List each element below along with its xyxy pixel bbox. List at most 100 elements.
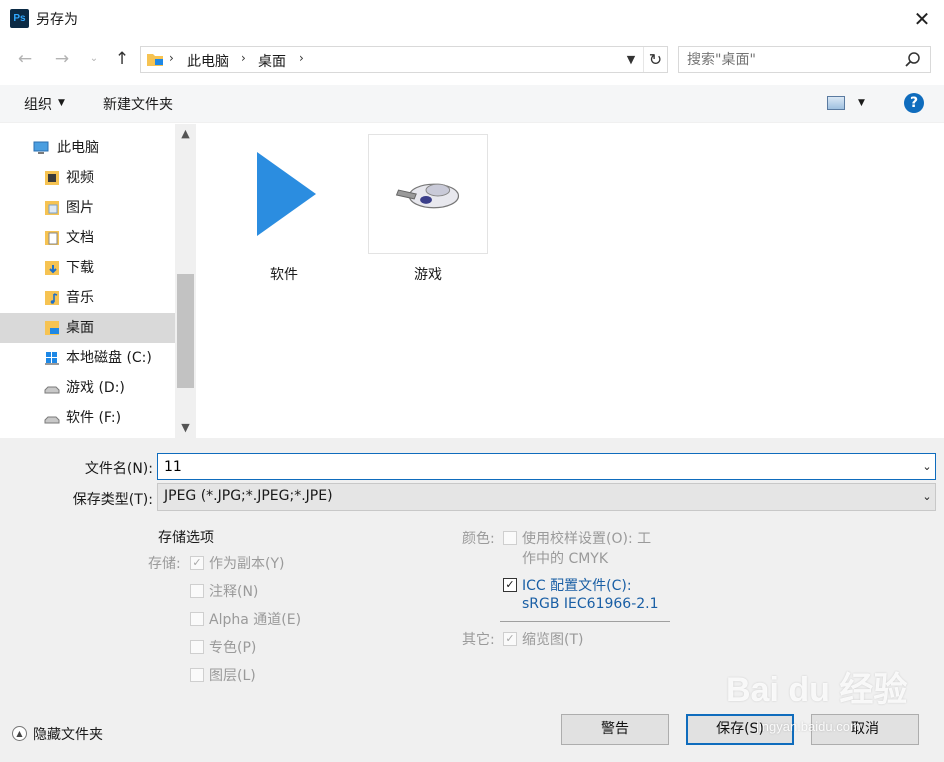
address-dropdown-icon[interactable]: ▼ <box>621 47 641 72</box>
collapse-chevron-up-icon[interactable]: ▲ <box>12 726 27 741</box>
videos-folder-icon <box>45 171 59 185</box>
save-options-panel: 文件名(N): ⌄ 保存类型(T): JPEG (*.JPG;*.JPEG;*.… <box>0 438 944 762</box>
nav-label: 视频 <box>66 170 94 186</box>
up-one-level-icon[interactable]: ↑ <box>110 46 134 72</box>
filename-combobox[interactable]: ⌄ <box>157 453 936 480</box>
refresh-icon[interactable]: ↻ <box>643 47 667 72</box>
proof-setup-checkbox[interactable] <box>503 531 517 545</box>
forward-arrow-icon[interactable]: → <box>50 46 74 72</box>
close-button[interactable]: ✕ <box>904 2 940 36</box>
filetype-value: JPEG (*.JPG;*.JPEG;*.JPE) <box>164 488 333 504</box>
file-name: 软件 <box>270 267 298 283</box>
search-icon[interactable] <box>903 50 923 70</box>
nav-item-drive-c[interactable]: 本地磁盘 (C:) <box>0 343 175 373</box>
nav-item-drive-d[interactable]: 游戏 (D:) <box>0 373 175 403</box>
desktop-folder-icon <box>147 54 163 66</box>
breadcrumb-desktop[interactable]: 桌面 <box>258 51 286 71</box>
file-list: 软件 游戏 <box>197 124 944 438</box>
filetype-select[interactable]: JPEG (*.JPG;*.JPEG;*.JPE) ⌄ <box>157 483 936 511</box>
nav-label: 此电脑 <box>57 140 99 156</box>
nav-item-videos[interactable]: 视频 <box>0 163 175 193</box>
downloads-folder-icon <box>45 261 59 275</box>
notes-checkbox[interactable] <box>190 584 204 598</box>
photoshop-app-icon: Ps <box>10 9 29 28</box>
nav-label: 图片 <box>66 200 94 216</box>
proof-setup-label-line2: 作中的 CMYK <box>522 551 609 567</box>
organize-menu-button[interactable]: 组织 <box>24 94 52 114</box>
scroll-up-arrow-icon[interactable]: ▲ <box>175 124 196 144</box>
thumbnail-checkbox[interactable]: ✓ <box>503 632 517 646</box>
layers-label: 图层(L) <box>209 668 256 684</box>
back-arrow-icon[interactable]: ← <box>13 46 37 72</box>
recent-locations-dropdown-icon[interactable]: ⌄ <box>82 46 106 72</box>
nav-scrollbar[interactable]: ▲ ▼ <box>175 124 196 438</box>
thumbnail-label: 缩览图(T) <box>522 632 584 648</box>
breadcrumb-this-pc[interactable]: 此电脑 <box>187 51 229 71</box>
options-divider <box>500 621 670 622</box>
file-item-game[interactable]: 游戏 <box>368 134 488 284</box>
documents-folder-icon <box>45 231 59 245</box>
nav-label: 下载 <box>66 260 94 276</box>
nav-label: 游戏 (D:) <box>66 380 125 396</box>
nav-label: 本地磁盘 (C:) <box>66 350 152 366</box>
scroll-down-arrow-icon[interactable]: ▼ <box>175 418 196 438</box>
drive-icon <box>44 386 60 394</box>
file-name: 游戏 <box>414 267 442 283</box>
windows-drive-icon <box>45 352 59 365</box>
nav-item-downloads[interactable]: 下载 <box>0 253 175 283</box>
drive-icon <box>44 416 60 424</box>
breadcrumb-separator[interactable]: › <box>299 51 304 65</box>
spot-color-checkbox[interactable] <box>190 640 204 654</box>
alpha-channel-checkbox[interactable] <box>190 612 204 626</box>
game-spaceship-icon <box>368 134 488 254</box>
nav-item-this-pc[interactable]: 此电脑 <box>0 133 175 163</box>
breadcrumb-separator: › <box>241 51 246 65</box>
nav-label: 文档 <box>66 230 94 246</box>
search-input[interactable] <box>687 50 897 70</box>
as-copy-label: 作为副本(Y) <box>209 556 285 572</box>
icc-profile-checkbox[interactable]: ✓ <box>503 578 517 592</box>
navigation-pane: 此电脑 视频 图片 文档 下载 音乐 桌面 本地磁盘 (C:) 游戏 (D:) … <box>0 124 196 438</box>
color-label: 颜色: <box>462 531 495 547</box>
organize-caret-icon[interactable]: ▼ <box>58 98 65 108</box>
nav-label: 软件 (F:) <box>66 410 122 426</box>
help-icon[interactable]: ? <box>904 93 924 113</box>
view-caret-icon[interactable]: ▼ <box>858 98 865 108</box>
filename-input[interactable] <box>164 457 904 477</box>
nav-item-documents[interactable]: 文档 <box>0 223 175 253</box>
desktop-folder-icon <box>45 321 59 335</box>
layers-checkbox[interactable] <box>190 668 204 682</box>
other-label: 其它: <box>462 632 495 648</box>
scroll-thumb[interactable] <box>177 274 194 388</box>
file-item-software[interactable]: 软件 <box>224 134 344 284</box>
spot-color-label: 专色(P) <box>209 640 257 656</box>
as-copy-checkbox[interactable]: ✓ <box>190 556 204 570</box>
nav-label: 音乐 <box>66 290 94 306</box>
nav-label: 桌面 <box>66 320 94 336</box>
new-folder-button[interactable]: 新建文件夹 <box>103 94 173 114</box>
window-title: 另存为 <box>36 12 78 28</box>
storage-options-heading: 存储选项 <box>158 530 214 546</box>
nav-item-pictures[interactable]: 图片 <box>0 193 175 223</box>
baidu-watermark-logo: Bai du 经验 <box>726 671 908 709</box>
address-bar[interactable]: › 此电脑 › 桌面 › ▼ ↻ <box>140 46 668 73</box>
filetype-dropdown-icon[interactable]: ⌄ <box>918 484 936 510</box>
music-folder-icon <box>45 291 59 305</box>
filename-dropdown-icon[interactable]: ⌄ <box>918 454 936 479</box>
nav-item-drive-f[interactable]: 软件 (F:) <box>0 403 175 433</box>
pictures-folder-icon <box>45 201 59 215</box>
title-bar: Ps 另存为 ✕ <box>0 0 944 38</box>
notes-label: 注释(N) <box>209 584 259 600</box>
icc-profile-label: ICC 配置文件(C): <box>522 578 632 594</box>
hide-folders-label: 隐藏文件夹 <box>33 727 103 743</box>
nav-item-music[interactable]: 音乐 <box>0 283 175 313</box>
filetype-label: 保存类型(T): <box>72 492 153 508</box>
search-box[interactable] <box>678 46 931 73</box>
command-toolbar: 组织 ▼ 新建文件夹 ▼ ? <box>0 85 944 123</box>
nav-item-desktop[interactable]: 桌面 <box>0 313 175 343</box>
warning-button[interactable]: 警告 <box>561 714 669 745</box>
view-options-icon[interactable] <box>827 96 845 110</box>
play-arrow-shortcut-icon <box>257 152 316 236</box>
filename-label: 文件名(N): <box>84 461 153 477</box>
proof-setup-label: 使用校样设置(O): 工 <box>522 531 652 547</box>
